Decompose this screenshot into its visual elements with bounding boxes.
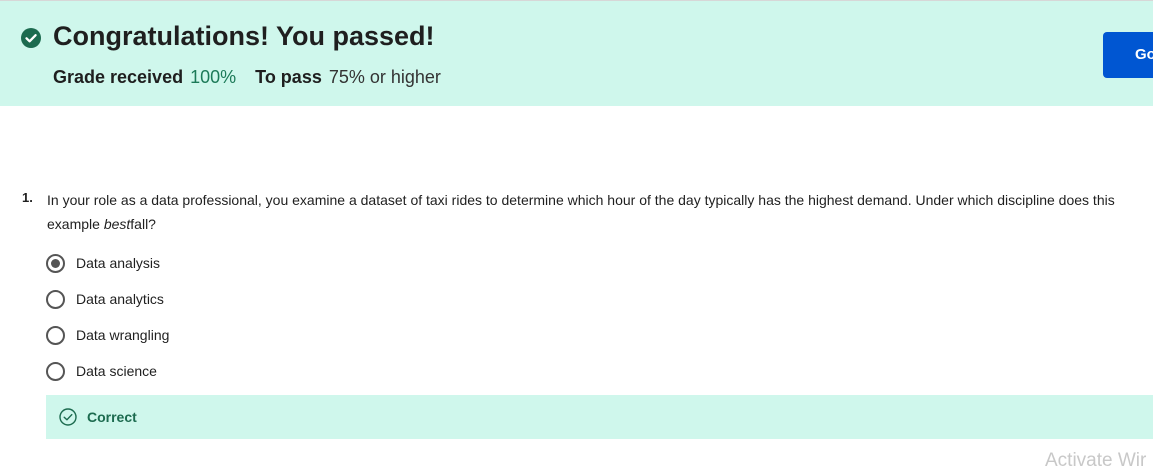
grade-received-label: Grade received <box>53 67 184 87</box>
grade-summary: Grade received 100% To pass 75% or highe… <box>53 67 441 88</box>
radio-unselected-icon[interactable] <box>46 289 65 309</box>
option-label: Data wrangling <box>76 327 170 343</box>
grade-received-value: 100% <box>190 67 237 87</box>
option-label: Data analytics <box>76 291 164 307</box>
page-title: Congratulations! You passed! <box>53 21 435 51</box>
to-pass-value: 75% or higher <box>328 67 441 87</box>
option-data-analytics[interactable]: Data analytics <box>46 288 164 310</box>
feedback-label: Correct <box>87 409 137 425</box>
question-text-emphasis: best <box>103 216 131 232</box>
radio-unselected-icon[interactable] <box>46 361 65 381</box>
activate-windows-watermark: Activate Wir <box>1045 450 1147 469</box>
radio-selected-icon[interactable] <box>46 253 65 273</box>
option-label: Data science <box>76 363 157 379</box>
check-circle-icon <box>21 28 41 48</box>
option-data-science[interactable]: Data science <box>46 360 157 382</box>
check-circle-outline-icon <box>59 408 77 426</box>
option-data-wrangling[interactable]: Data wrangling <box>46 324 169 346</box>
option-label: Data analysis <box>76 255 161 271</box>
radio-unselected-icon[interactable] <box>46 325 65 345</box>
question-text: In your role as a data professional, you… <box>47 188 1147 236</box>
question-number: 1. <box>22 190 33 205</box>
to-pass-label: To pass <box>255 67 322 87</box>
answer-feedback: Correct <box>46 395 1153 439</box>
question-text-end: fall? <box>130 216 156 232</box>
result-banner: Congratulations! You passed! Grade recei… <box>0 0 1153 106</box>
option-data-analysis[interactable]: Data analysis <box>46 252 160 274</box>
question-text-start: In your role as a data professional, you… <box>47 192 1115 232</box>
go-to-next-item-button[interactable]: Go <box>1103 32 1153 78</box>
